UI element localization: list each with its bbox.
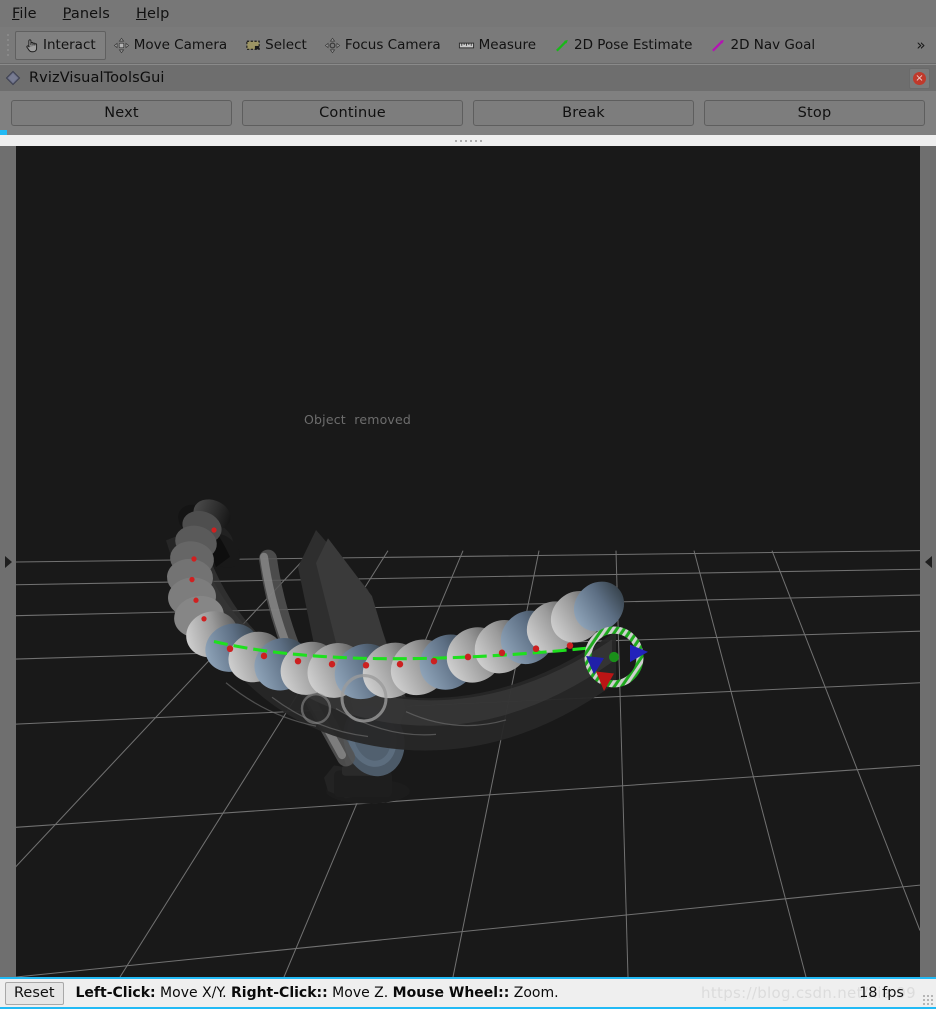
next-button[interactable]: Next <box>11 100 232 126</box>
tool-button-move-camera[interactable]: Move Camera <box>106 31 237 60</box>
right-panel-splitter[interactable] <box>920 146 936 977</box>
move-camera-icon <box>113 36 131 54</box>
3d-scene <box>16 146 920 977</box>
tool-label-focus-camera: Focus Camera <box>344 37 441 53</box>
panel-header-rviz-visual-tools: RvizVisualToolsGui × <box>0 64 936 91</box>
toolbar-overflow-button[interactable]: » <box>910 27 932 63</box>
chevron-left-icon <box>924 555 932 568</box>
select-rect-icon <box>244 36 262 54</box>
hint-right-click-label: Right-Click:: <box>230 985 328 1001</box>
focus-camera-icon <box>324 36 342 54</box>
menu-help-label: elp <box>146 5 170 22</box>
hint-left-click-value: Move X/Y. <box>155 985 231 1001</box>
close-icon: × <box>913 72 926 85</box>
toolbar-drag-handle[interactable] <box>3 32 13 58</box>
green-arrow-icon <box>553 36 571 54</box>
break-button[interactable]: Break <box>473 100 694 126</box>
hint-mouse-wheel-label: Mouse Wheel:: <box>392 985 510 1001</box>
center-area: Object removed <box>0 146 936 977</box>
menu-item-file[interactable]: File <box>10 5 39 23</box>
menu-file-label: ile <box>19 5 37 22</box>
tool-label-interact: Interact <box>43 37 96 53</box>
status-bar: Reset Left-Click: Move X/Y. Right-Click:… <box>0 977 936 1009</box>
tool-button-select[interactable]: Select <box>237 31 317 60</box>
horizontal-splitter[interactable] <box>0 130 936 146</box>
menu-item-help[interactable]: Help <box>134 5 171 23</box>
tool-label-select: Select <box>265 37 307 53</box>
tool-label-2d-nav-goal: 2D Nav Goal <box>730 37 816 53</box>
rviz-window: File Panels Help Interact Move Camera Se… <box>0 0 936 1009</box>
render-viewport-3d[interactable]: Object removed <box>16 146 920 977</box>
tool-button-2d-nav-goal[interactable]: 2D Nav Goal <box>703 31 826 60</box>
left-panel-splitter[interactable] <box>0 146 16 977</box>
ruler-icon <box>458 36 476 54</box>
chevron-right-icon <box>4 555 12 568</box>
visual-tools-button-row: Next Continue Break Stop <box>0 91 936 135</box>
tool-label-move-camera: Move Camera <box>133 37 228 53</box>
tool-button-interact[interactable]: Interact <box>15 30 106 60</box>
resize-grip-icon[interactable] <box>923 995 933 1005</box>
fps-counter: 18 fps <box>859 985 904 1001</box>
hand-pointer-icon <box>22 36 40 54</box>
tool-label-measure: Measure <box>478 37 537 53</box>
accent-tick <box>0 130 7 135</box>
menu-panels-label: anels <box>70 5 110 22</box>
hint-mouse-wheel-value: Zoom. <box>509 985 559 1001</box>
mouse-hints: Left-Click: Move X/Y. Right-Click:: Move… <box>76 985 559 1001</box>
tool-label-2d-pose-estimate: 2D Pose Estimate <box>574 37 693 53</box>
reset-button[interactable]: Reset <box>5 981 64 1005</box>
tool-button-measure[interactable]: Measure <box>451 31 546 60</box>
hint-left-click-label: Left-Click: <box>75 985 156 1001</box>
magenta-arrow-icon <box>710 36 728 54</box>
diamond-icon <box>5 70 21 86</box>
panel-title: RvizVisualToolsGui <box>29 70 165 86</box>
splitter-grip-icon <box>454 139 482 142</box>
continue-button[interactable]: Continue <box>242 100 463 126</box>
menu-bar: File Panels Help <box>0 0 936 27</box>
stop-button[interactable]: Stop <box>704 100 925 126</box>
hint-right-click-value: Move Z. <box>327 985 393 1001</box>
toolbar: Interact Move Camera Select Focus Camera… <box>0 27 936 64</box>
viewport-status-overlay: Object removed <box>304 412 412 427</box>
menu-item-panels[interactable]: Panels <box>61 5 112 23</box>
tool-button-2d-pose-estimate[interactable]: 2D Pose Estimate <box>546 31 702 60</box>
tool-button-focus-camera[interactable]: Focus Camera <box>317 31 451 60</box>
panel-close-button[interactable]: × <box>909 68 930 89</box>
